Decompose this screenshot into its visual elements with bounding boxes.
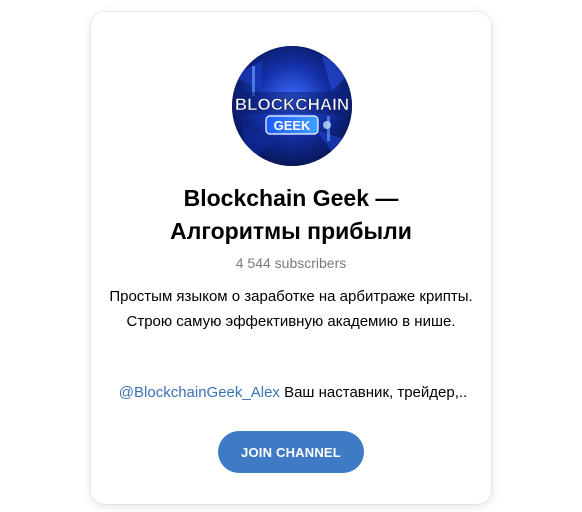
channel-title: Blockchain Geek — Алгоритмы прибыли xyxy=(170,185,412,244)
description-mention-line: @BlockchainGeek_Alex Ваш наставник, трей… xyxy=(113,384,473,401)
channel-description: Простым языком о заработке на арбитраже … xyxy=(91,284,491,334)
avatar-text-line1: BLOCKCHAIN xyxy=(235,95,349,114)
avatar-logo: BLOCKCHAIN GEEK xyxy=(232,46,352,166)
join-channel-button[interactable]: JOIN CHANNEL xyxy=(218,431,364,473)
mention-link[interactable]: @BlockchainGeek_Alex xyxy=(119,384,280,401)
avatar-text-line2: GEEK xyxy=(274,118,311,133)
subscriber-count: 4 544 subscribers xyxy=(235,255,347,271)
mention-tail-text: Ваш наставник, трейдер,.. xyxy=(279,384,468,401)
description-text: Простым языком о заработке на арбитраже … xyxy=(109,288,473,330)
channel-card: BLOCKCHAIN GEEK Blockchain Geek — Алгори… xyxy=(91,12,491,504)
channel-avatar: BLOCKCHAIN GEEK xyxy=(232,46,352,166)
